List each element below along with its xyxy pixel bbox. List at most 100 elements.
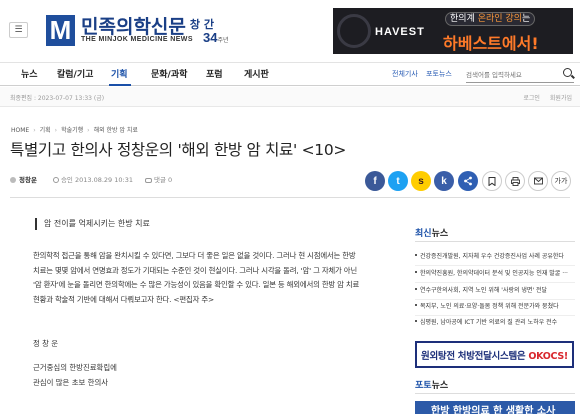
last-edited-label: 최종편집 : 2023-07-07 13:33 (금) <box>10 95 105 102</box>
bullet-icon <box>415 304 417 306</box>
article-meta: 정창운 승인 2013.08.29 10:31 댓글 0 <box>10 174 172 184</box>
banner-tag-prefix: 한의계 <box>450 14 478 24</box>
body-line: 관심이 많은 초보 한의사 <box>33 378 109 387</box>
nav-active-indicator <box>109 84 131 86</box>
nav-item-feature[interactable]: 기획 <box>111 67 128 80</box>
breadcrumb-section[interactable]: 기획 <box>40 127 51 134</box>
twitter-icon: t <box>396 175 400 187</box>
lead-line: 현황과 학술적 기반에 대해서 다뤄보고자 한다. <편집자 주> <box>33 294 214 304</box>
nav-item-culture[interactable]: 문화/과학 <box>151 67 187 80</box>
photo-news-caption: 한방 한방의료 한 생활한 소사 <box>431 406 556 414</box>
photo-news-title-rest: 뉴스 <box>431 381 449 391</box>
email-button[interactable] <box>528 171 548 191</box>
kakaostory-icon: s <box>418 175 424 187</box>
latest-news-text: 한의약진흥원, 한의약데이터 분석 및 인공지능 인재 발굴 ··· <box>420 270 568 277</box>
photo-news-title[interactable]: 포토뉴스 <box>415 378 448 391</box>
article-author[interactable]: 정창운 <box>19 176 37 184</box>
banner-tag-suffix: 는 <box>521 14 531 24</box>
banner-tag: 한의계 온라인 강의는 <box>445 12 536 26</box>
lead-line: 한의학적 접근을 통해 암을 완치시킬 수 있다면, 그보다 더 좋은 일은 없… <box>33 251 356 260</box>
share-icon <box>464 176 472 186</box>
article-title: 특별기고 한의사 정창운의 '해외 한방 암 치료' <10> <box>10 141 347 159</box>
latest-news-divider <box>415 241 575 242</box>
bullet-icon <box>415 288 417 290</box>
okocs-ad-text: 원외탕전 처방전달시스템은 OKOCS! <box>421 348 568 362</box>
facebook-icon: f <box>373 175 377 187</box>
latest-news-text: 심평원, 남아공에 ICT 기반 의료의 질 관리 노하우 전수 <box>420 319 558 326</box>
search-input[interactable] <box>466 68 560 81</box>
latest-news-text: 건강증진개발원, 지자체 우수 건강증진사업 사례 공유한다 <box>420 253 564 260</box>
news-separator <box>415 282 575 283</box>
banner-brand: HAVEST <box>375 26 425 38</box>
logo-subtitle: THE MINJOK MEDICINE NEWS <box>81 36 193 43</box>
kakaotalk-icon: k <box>441 175 447 187</box>
print-icon <box>510 176 520 186</box>
lead-line: 치료는 몇몇 암에서 연명효과 정도가 기대되는 수준인 것이 현실이다. 그러… <box>33 265 357 275</box>
bookmark-button[interactable] <box>482 171 502 191</box>
share-button[interactable] <box>458 171 478 191</box>
breadcrumb-category[interactable]: 학술기행 <box>61 127 83 134</box>
nav-item-board[interactable]: 게시판 <box>244 67 269 80</box>
logo-title-text: 민족의학신문 <box>81 16 186 38</box>
breadcrumb-series[interactable]: 해외 한방 암 치료 <box>94 127 138 134</box>
nav-item-forum[interactable]: 포럼 <box>206 67 223 80</box>
comment-count[interactable]: 댓글 0 <box>154 176 172 184</box>
font-size-button[interactable]: 가가 <box>551 171 571 191</box>
account-links: 로그인 회원가입 <box>513 93 572 102</box>
kakaotalk-share-button[interactable]: k <box>434 171 454 191</box>
login-link[interactable]: 로그인 <box>523 95 540 102</box>
nav-item-news[interactable]: 뉴스 <box>21 67 38 80</box>
article-summary: 암 전이를 억제시키는 한방 치료 <box>35 218 150 230</box>
latest-news-item[interactable]: 한의약진흥원, 한의약데이터 분석 및 인공지능 인재 발굴 ··· <box>415 267 575 281</box>
breadcrumb-home[interactable]: HOME <box>11 127 29 134</box>
latest-news-item[interactable]: 연수구한의사회, 지역 노인 위해 '사랑의 냉면' 전달 <box>415 284 575 298</box>
latest-news-item[interactable]: 복지부, 노인 의료·요양·돌봄 정책 위해 전문가와 뭉쳤다 <box>415 300 575 314</box>
twitter-share-button[interactable]: t <box>388 171 408 191</box>
anniversary-number: 34주년 <box>203 30 229 45</box>
kakaostory-share-button[interactable]: s <box>411 171 431 191</box>
breadcrumb: HOME › 기획 › 학술기행 › 해외 한방 암 치료 <box>11 125 138 134</box>
meta-divider <box>10 197 570 198</box>
logo-mark[interactable]: M <box>46 15 75 46</box>
nav-item-column[interactable]: 칼럼/기고 <box>57 67 93 80</box>
latest-news-title[interactable]: 최신뉴스 <box>415 226 448 239</box>
clock-icon <box>52 177 59 183</box>
breadcrumb-separator: › <box>87 127 90 134</box>
search-icon[interactable] <box>563 68 572 77</box>
bookmark-icon <box>488 176 496 186</box>
bullet-icon <box>415 320 417 322</box>
anniversary-number-value: 34 <box>203 30 218 45</box>
bullet-icon <box>415 254 417 256</box>
nav-link-all-articles[interactable]: 전체기사 <box>392 69 418 79</box>
latest-news-item[interactable]: 심평원, 남아공에 ICT 기반 의료의 질 관리 노하우 전수 <box>415 316 575 330</box>
article-byline: 정 창 운 <box>33 339 59 348</box>
signup-link[interactable]: 회원가입 <box>550 95 572 102</box>
latest-news-title-accent: 최신 <box>415 229 432 239</box>
banner-headline: 하베스트에서! <box>443 34 539 53</box>
banner-ring-graphic <box>337 14 371 48</box>
banner-ad[interactable]: HAVEST 한의계 온라인 강의는 하베스트에서! <box>333 8 573 54</box>
news-separator <box>415 265 575 266</box>
main-nav: 뉴스 칼럼/기고 기획 문화/과학 포럼 게시판 전체기사 포토뉴스 <box>0 62 580 86</box>
font-size-icon: 가가 <box>554 177 568 185</box>
latest-news-title-rest: 뉴스 <box>431 229 449 239</box>
hamburger-icon: ☰ <box>14 24 23 35</box>
logo-title[interactable]: 민족의학신문 창 간 <box>81 12 214 39</box>
facebook-share-button[interactable]: f <box>365 171 385 191</box>
breadcrumb-separator: › <box>54 127 58 134</box>
latest-news-text: 연수구한의사회, 지역 노인 위해 '사랑의 냉면' 전달 <box>420 287 548 294</box>
latest-news-item[interactable]: 건강증진개발원, 지자체 우수 건강증진사업 사례 공유한다 <box>415 250 575 264</box>
photo-news-thumbnail[interactable]: 한방 한방의료 한 생활한 소사 <box>415 401 575 414</box>
search-box <box>466 66 574 83</box>
menu-button[interactable]: ☰ <box>9 22 28 38</box>
email-icon <box>533 177 543 185</box>
print-button[interactable] <box>505 171 525 191</box>
nav-link-photo-news[interactable]: 포토뉴스 <box>426 69 452 79</box>
comment-icon <box>145 178 152 183</box>
site-header: ☰ M 민족의학신문 창 간 THE MINJOK MEDICINE NEWS 3… <box>0 0 580 62</box>
okocs-ad-banner[interactable]: 원외탕전 처방전달시스템은 OKOCS! <box>415 341 574 368</box>
lead-line: '암 환자'에 눈을 돌리면 한의학에는 수 많은 가능성이 있음을 확인할 수… <box>33 280 360 289</box>
okocs-ad-highlight: OKOCS! <box>528 350 568 362</box>
bullet-icon <box>415 271 417 273</box>
body-line: 근거중심의 한방진료확립에 <box>33 363 117 372</box>
